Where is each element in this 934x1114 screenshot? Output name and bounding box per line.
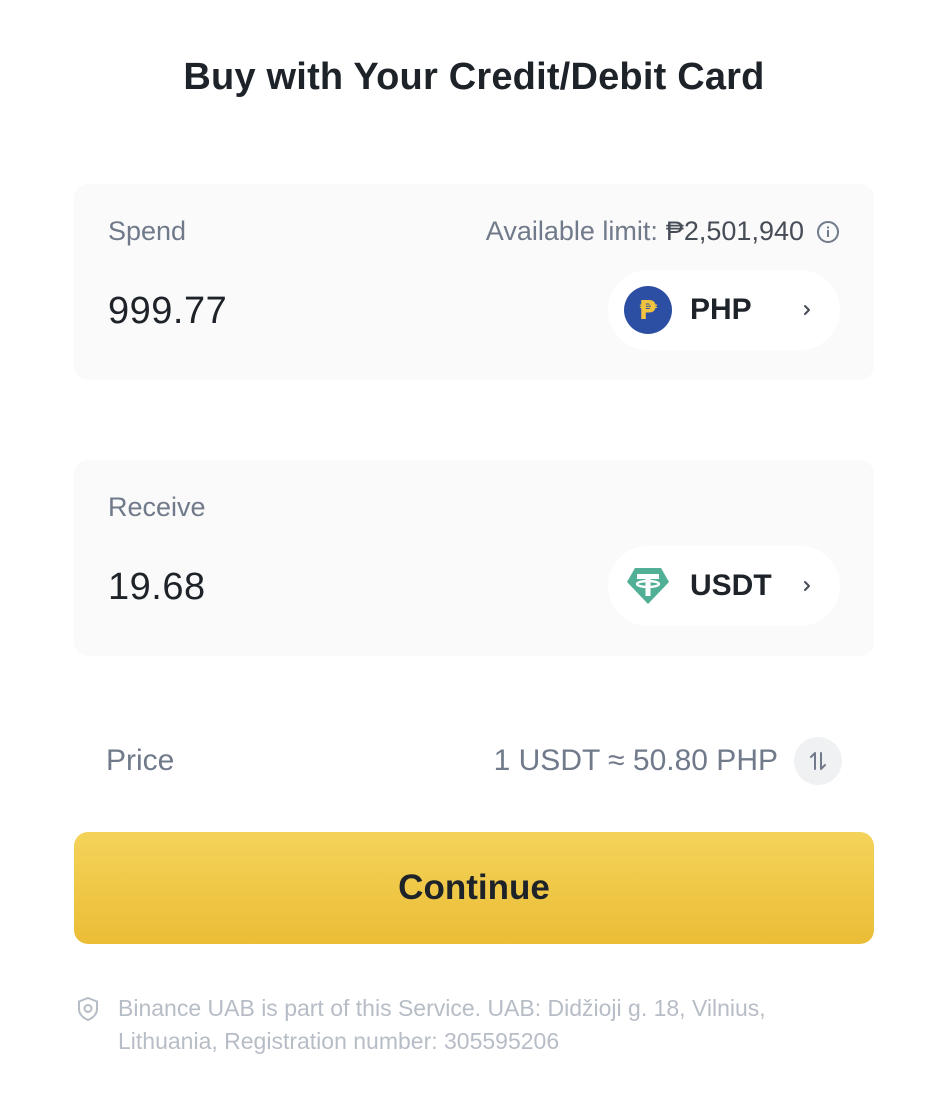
shield-icon bbox=[78, 996, 98, 1022]
info-icon[interactable] bbox=[816, 220, 840, 244]
chevron-right-icon bbox=[804, 581, 810, 591]
receive-amount-input[interactable]: 19.68 bbox=[108, 566, 206, 609]
chevron-right-icon bbox=[804, 305, 810, 315]
spend-currency-code: PHP bbox=[690, 293, 752, 326]
receive-currency-selector[interactable]: USDT bbox=[608, 546, 840, 626]
available-limit: Available limit: ₱2,501,940 bbox=[486, 216, 840, 247]
available-limit-value: ₱2,501,940 bbox=[665, 216, 804, 246]
continue-button[interactable]: Continue bbox=[74, 832, 874, 944]
tether-coin-icon bbox=[624, 562, 672, 610]
receive-currency-code: USDT bbox=[690, 569, 772, 602]
spend-currency-selector[interactable]: ₱ PHP bbox=[608, 270, 840, 350]
footer-disclaimer: Binance UAB is part of this Service. UAB… bbox=[76, 992, 836, 1058]
spend-amount-input[interactable]: 999.77 bbox=[108, 290, 227, 333]
swap-arrows-icon bbox=[810, 752, 826, 770]
price-label: Price bbox=[106, 744, 175, 777]
spend-label: Spend bbox=[108, 216, 187, 246]
svg-text:₱: ₱ bbox=[639, 296, 658, 326]
footer-text: Binance UAB is part of this Service. UAB… bbox=[118, 995, 766, 1054]
available-limit-label: Available limit: bbox=[485, 216, 658, 246]
swap-price-button[interactable] bbox=[794, 737, 842, 785]
spend-card: Spend Available limit: ₱2,501,940 999.77… bbox=[74, 184, 874, 380]
receive-label: Receive bbox=[108, 492, 206, 522]
receive-card: Receive 19.68 USDT bbox=[74, 460, 874, 656]
peso-coin-icon: ₱ bbox=[624, 286, 672, 334]
price-value: 1 USDT ≈ 50.80 PHP bbox=[493, 744, 778, 777]
page-title: Buy with Your Credit/Debit Card bbox=[183, 56, 765, 98]
